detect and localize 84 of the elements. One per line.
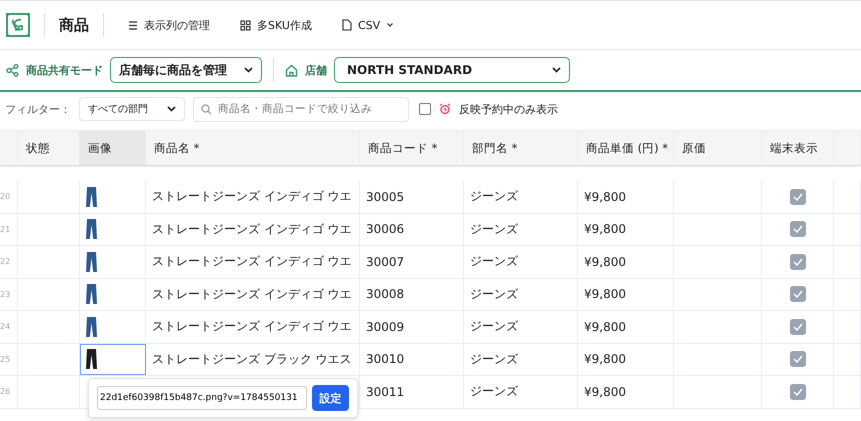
column-header: 画像 <box>88 140 112 156</box>
row-number: 21 <box>0 224 10 234</box>
checkbox[interactable] <box>790 384 806 400</box>
checkbox[interactable] <box>790 318 806 335</box>
chevron-down-icon <box>244 67 253 73</box>
row-number: 23 <box>0 290 10 299</box>
table-cell: 30006 <box>366 222 404 236</box>
toolbar-button[interactable]: 多SKU作成 <box>230 14 322 36</box>
table-cell: ジーンズ <box>470 383 518 400</box>
alarm-clock-icon <box>439 103 451 115</box>
table-cell: ストレートジーンズ インディゴ ウエ <box>152 188 352 206</box>
table-cell: ¥9,800 <box>584 384 626 399</box>
column-header: 端末表示 <box>770 140 818 156</box>
table-cell: 30010 <box>366 352 404 366</box>
check-icon <box>792 192 802 201</box>
check-icon <box>792 355 802 364</box>
menu-icon <box>128 20 138 30</box>
table-cell: ¥9,800 <box>584 254 626 269</box>
checkbox[interactable] <box>790 221 806 238</box>
table-cell: ストレートジーンズ インディゴ ウエ <box>152 318 352 336</box>
checkbox[interactable] <box>790 351 806 368</box>
home-icon <box>285 64 298 76</box>
table-cell: 30008 <box>366 287 404 302</box>
set-button[interactable]: 設定 <box>312 385 349 411</box>
check-icon <box>792 388 802 396</box>
page-title: 商品 <box>59 16 89 34</box>
table-cell: ストレートジーンズ インディゴ ウエ <box>152 253 352 270</box>
chevron-down-icon <box>386 22 394 28</box>
column-header: 原価 <box>682 140 706 156</box>
share-icon <box>6 64 19 76</box>
file-icon <box>342 19 352 31</box>
table-cell: ジーンズ <box>470 253 518 270</box>
checkbox[interactable] <box>790 254 806 270</box>
column-header: 状態 <box>26 140 50 156</box>
column-header: 商品コード * <box>368 140 438 156</box>
check-icon <box>792 322 802 331</box>
logo-icon <box>6 13 30 37</box>
reserved-only-label: 反映予約中のみ表示 <box>459 102 558 116</box>
department-select[interactable]: すべての部門 <box>79 97 185 121</box>
checkbox[interactable] <box>790 286 806 302</box>
table-cell: ジーンズ <box>470 188 518 206</box>
table-cell: ¥9,800 <box>584 190 626 204</box>
image-cell[interactable] <box>80 344 146 375</box>
search-icon <box>201 104 212 114</box>
store-label: 店舗 <box>305 62 327 78</box>
column-header: 商品名 * <box>154 140 200 156</box>
checkbox[interactable] <box>790 188 806 205</box>
search-field[interactable]: 商品名・商品コードで絞り込み <box>193 96 409 122</box>
table-cell: ストレートジーンズ インディゴ ウエ <box>152 286 352 303</box>
share-mode-label: 商品共有モード <box>26 62 103 78</box>
row-number: 26 <box>0 387 10 396</box>
checkbox[interactable] <box>419 103 431 115</box>
table-cell: ジーンズ <box>470 220 518 238</box>
check-icon <box>792 225 802 234</box>
grid-icon <box>240 20 251 30</box>
chevron-down-icon <box>167 106 176 112</box>
table-cell: ジーンズ <box>470 350 518 368</box>
table-cell: ¥9,800 <box>584 352 626 366</box>
toolbar-button[interactable]: 表示列の管理 <box>118 14 220 36</box>
row-number: 22 <box>0 257 10 266</box>
table-cell: 30009 <box>366 320 404 334</box>
column-header: 商品単価 (円) * <box>586 140 668 156</box>
store-select[interactable]: NORTH STANDARD <box>334 57 570 83</box>
row-number: 20 <box>0 192 10 202</box>
table-cell: ¥9,800 <box>584 222 626 236</box>
table-cell: 30005 <box>366 190 404 204</box>
check-icon <box>792 258 802 266</box>
toolbar-button[interactable]: CSV <box>332 14 404 36</box>
chevron-down-icon <box>552 67 561 73</box>
table-cell: ¥9,800 <box>584 320 626 334</box>
row-number: 24 <box>0 322 10 332</box>
table-cell: ジーンズ <box>470 286 518 303</box>
url-field[interactable]: 22d1ef60398f15b487c.png?v=1784550131 <box>97 386 307 410</box>
column-header: 部門名 * <box>472 140 518 156</box>
table-cell: 30011 <box>366 384 404 399</box>
table-cell: ジーンズ <box>470 318 518 336</box>
filter-label: フィルター： <box>5 102 71 116</box>
table-cell: ストレートジーンズ インディゴ ウエ <box>152 220 352 238</box>
share-mode-select[interactable]: 店舗毎に商品を管理 <box>110 57 262 83</box>
table-cell: 30007 <box>366 254 404 269</box>
table-cell: ¥9,800 <box>584 287 626 302</box>
check-icon <box>792 290 802 298</box>
row-number: 25 <box>0 354 10 364</box>
table-cell: ストレートジーンズ ブラック ウエス <box>152 350 352 368</box>
